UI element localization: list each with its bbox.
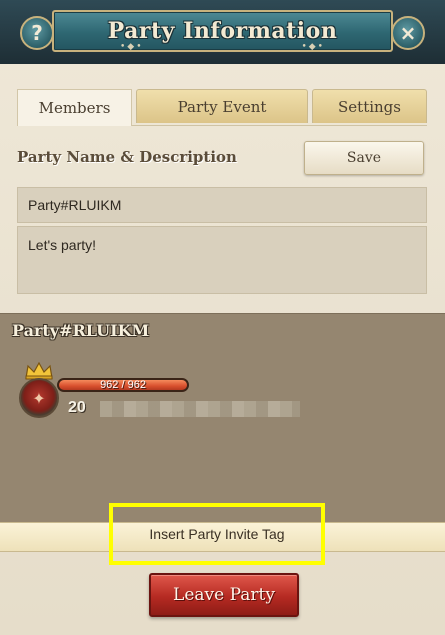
section-label: Party Name & Description [17, 148, 237, 166]
member-level: 20 [68, 399, 86, 416]
tab-party-event[interactable]: Party Event [136, 89, 308, 123]
help-button[interactable]: ? [20, 16, 54, 50]
title-banner: •◆• Party Information •◆• [52, 10, 393, 52]
party-name-field[interactable]: Party#RLUIKM [17, 187, 427, 223]
tab-settings[interactable]: Settings [312, 89, 427, 123]
close-icon: × [399, 21, 417, 45]
tab-members[interactable]: Members [17, 89, 132, 126]
party-information-panel: ? •◆• Party Information •◆• × Members Pa… [0, 0, 445, 635]
member-name-redacted [100, 401, 300, 417]
save-button[interactable]: Save [304, 141, 424, 175]
insert-invite-tag-button[interactable]: Insert Party Invite Tag [109, 503, 325, 565]
header-bar: ? •◆• Party Information •◆• × [0, 0, 445, 64]
hp-bar: 962 / 962 [57, 378, 189, 392]
hp-value: 962 / 962 [100, 379, 146, 391]
party-name-heading: Party#RLUIKM [12, 321, 150, 340]
party-members-box: Party#RLUIKM ✦ 962 / 962 20 [0, 313, 445, 524]
close-button[interactable]: × [391, 16, 425, 50]
page-title: Party Information [107, 18, 338, 44]
ornament-dots-icon: •◆• [301, 42, 325, 52]
question-icon: ? [31, 21, 43, 45]
leave-party-button[interactable]: Leave Party [149, 573, 299, 617]
party-description-field[interactable]: Let's party! [17, 226, 427, 294]
class-emblem-icon: ✦ [19, 378, 59, 418]
